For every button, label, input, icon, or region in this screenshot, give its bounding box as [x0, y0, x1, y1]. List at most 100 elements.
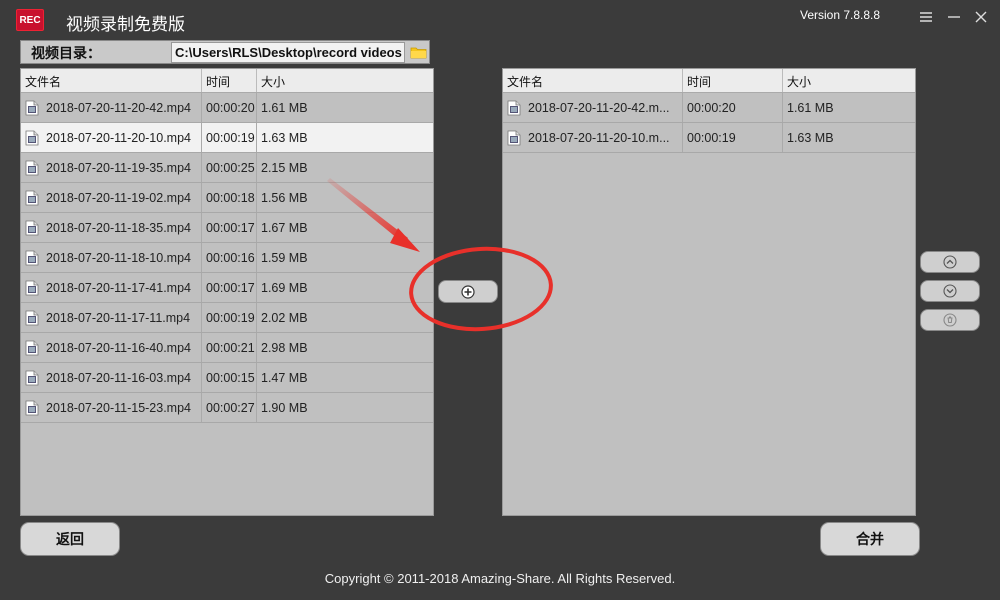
video-file-icon: [25, 280, 39, 295]
merge-button[interactable]: 合并: [820, 522, 920, 556]
file-duration: 00:00:27: [206, 400, 255, 415]
close-icon[interactable]: [970, 6, 992, 28]
file-name-cell: 2018-07-20-11-16-03.mp4: [21, 363, 202, 392]
file-name-cell: 2018-07-20-11-17-11.mp4: [21, 303, 202, 332]
video-file-icon: [25, 250, 39, 265]
table-row[interactable]: 2018-07-20-11-16-03.mp4 00:00:15 1.47 MB: [21, 363, 433, 393]
directory-label: 视频目录：: [31, 46, 101, 62]
file-duration: 00:00:16: [206, 250, 255, 265]
file-duration: 00:00:19: [206, 310, 255, 325]
chevron-down-circle-icon: [943, 284, 957, 298]
chevron-up-circle-icon: [943, 255, 957, 269]
folder-icon: [410, 47, 426, 59]
file-size-cell: 1.63 MB: [783, 123, 915, 152]
file-name-cell: 2018-07-20-11-15-23.mp4: [21, 393, 202, 422]
table-header: 文件名 时间 大小: [503, 69, 915, 93]
file-size: 1.59 MB: [261, 250, 308, 265]
merge-file-list: 文件名 时间 大小 2018-07-20-11-20-42.m... 00:00:…: [502, 68, 916, 516]
file-name: 2018-07-20-11-17-11.mp4: [46, 310, 191, 325]
file-size: 1.56 MB: [261, 190, 308, 205]
file-size-cell: 1.56 MB: [257, 183, 433, 212]
file-name: 2018-07-20-11-16-40.mp4: [46, 340, 192, 355]
table-row[interactable]: 2018-07-20-11-15-23.mp4 00:00:27 1.90 MB: [21, 393, 433, 423]
file-size: 1.67 MB: [261, 220, 308, 235]
file-duration-cell: 00:00:27: [202, 393, 257, 422]
file-name: 2018-07-20-11-20-42.m...: [528, 100, 670, 115]
file-size: 1.61 MB: [787, 100, 834, 115]
minimize-icon[interactable]: [943, 6, 965, 28]
table-row[interactable]: 2018-07-20-11-20-42.mp4 00:00:20 1.61 MB: [21, 93, 433, 123]
file-duration: 00:00:19: [206, 130, 255, 145]
column-header-size[interactable]: 大小: [783, 69, 915, 92]
file-name: 2018-07-20-11-19-35.mp4: [46, 160, 192, 175]
app-title: 视频录制免费版: [66, 15, 185, 35]
column-header-time[interactable]: 时间: [202, 69, 257, 92]
video-file-icon: [507, 130, 521, 145]
file-name-cell: 2018-07-20-11-20-42.m...: [503, 93, 683, 122]
column-header-time[interactable]: 时间: [683, 69, 783, 92]
file-name-cell: 2018-07-20-11-19-02.mp4: [21, 183, 202, 212]
file-name-cell: 2018-07-20-11-17-41.mp4: [21, 273, 202, 302]
back-button[interactable]: 返回: [20, 522, 120, 556]
file-duration-cell: 00:00:15: [202, 363, 257, 392]
table-row[interactable]: 2018-07-20-11-18-10.mp4 00:00:16 1.59 MB: [21, 243, 433, 273]
move-down-button[interactable]: [920, 280, 980, 302]
table-row[interactable]: 2018-07-20-11-19-02.mp4 00:00:18 1.56 MB: [21, 183, 433, 213]
menu-icon[interactable]: [915, 6, 937, 28]
file-size-cell: 1.63 MB: [257, 123, 433, 152]
file-duration: 00:00:20: [687, 100, 736, 115]
folder-browse-button[interactable]: [407, 42, 429, 63]
file-duration: 00:00:20: [206, 100, 255, 115]
source-file-list: 文件名 时间 大小 2018-07-20-11-20-42.mp4 00:00:2…: [20, 68, 434, 516]
file-duration-cell: 00:00:16: [202, 243, 257, 272]
file-duration-cell: 00:00:21: [202, 333, 257, 362]
trash-icon: [943, 313, 957, 327]
title-bar: REC 视频录制免费版 Version 7.8.8.8: [0, 0, 1000, 40]
file-name-cell: 2018-07-20-11-19-35.mp4: [21, 153, 202, 182]
file-size-cell: 1.47 MB: [257, 363, 433, 392]
column-header-size[interactable]: 大小: [257, 69, 433, 92]
column-header-name[interactable]: 文件名: [503, 69, 683, 92]
video-file-icon: [25, 190, 39, 205]
table-row[interactable]: 2018-07-20-11-16-40.mp4 00:00:21 2.98 MB: [21, 333, 433, 363]
file-size-cell: 2.98 MB: [257, 333, 433, 362]
file-size: 2.02 MB: [261, 310, 308, 325]
file-size: 2.15 MB: [261, 160, 308, 175]
table-row[interactable]: 2018-07-20-11-20-10.m... 00:00:19 1.63 MB: [503, 123, 915, 153]
file-size-cell: 2.02 MB: [257, 303, 433, 332]
file-name: 2018-07-20-11-18-10.mp4: [46, 250, 192, 265]
file-name-cell: 2018-07-20-11-20-10.m...: [503, 123, 683, 152]
file-name: 2018-07-20-11-16-03.mp4: [46, 370, 192, 385]
directory-path-field[interactable]: C:\Users\RLS\Desktop\record videos: [171, 42, 405, 63]
file-size: 1.61 MB: [261, 100, 308, 115]
table-row[interactable]: 2018-07-20-11-17-41.mp4 00:00:17 1.69 MB: [21, 273, 433, 303]
file-name-cell: 2018-07-20-11-20-42.mp4: [21, 93, 202, 122]
table-row[interactable]: 2018-07-20-11-20-10.mp4 00:00:19 1.63 MB: [21, 123, 433, 153]
file-size: 1.69 MB: [261, 280, 308, 295]
add-to-merge-button[interactable]: [438, 280, 498, 303]
file-duration-cell: 00:00:20: [683, 93, 783, 122]
file-name: 2018-07-20-11-15-23.mp4: [46, 400, 192, 415]
table-row[interactable]: 2018-07-20-11-17-11.mp4 00:00:19 2.02 MB: [21, 303, 433, 333]
move-up-button[interactable]: [920, 251, 980, 273]
file-duration-cell: 00:00:20: [202, 93, 257, 122]
version-label: Version 7.8.8.8: [800, 8, 881, 22]
file-name-cell: 2018-07-20-11-20-10.mp4: [21, 123, 202, 152]
file-duration: 00:00:21: [206, 340, 255, 355]
column-header-name[interactable]: 文件名: [21, 69, 202, 92]
video-file-icon: [25, 400, 39, 415]
file-size-cell: 1.61 MB: [783, 93, 915, 122]
file-size-cell: 1.90 MB: [257, 393, 433, 422]
file-name: 2018-07-20-11-20-42.mp4: [46, 100, 192, 115]
file-duration: 00:00:17: [206, 280, 255, 295]
video-file-icon: [25, 130, 39, 145]
table-row[interactable]: 2018-07-20-11-18-35.mp4 00:00:17 1.67 MB: [21, 213, 433, 243]
table-row[interactable]: 2018-07-20-11-20-42.m... 00:00:20 1.61 MB: [503, 93, 915, 123]
table-row[interactable]: 2018-07-20-11-19-35.mp4 00:00:25 2.15 MB: [21, 153, 433, 183]
file-size: 2.98 MB: [261, 340, 308, 355]
video-file-icon: [25, 220, 39, 235]
video-file-icon: [25, 310, 39, 325]
file-duration-cell: 00:00:19: [202, 123, 257, 152]
file-size-cell: 1.59 MB: [257, 243, 433, 272]
delete-button[interactable]: [920, 309, 980, 331]
